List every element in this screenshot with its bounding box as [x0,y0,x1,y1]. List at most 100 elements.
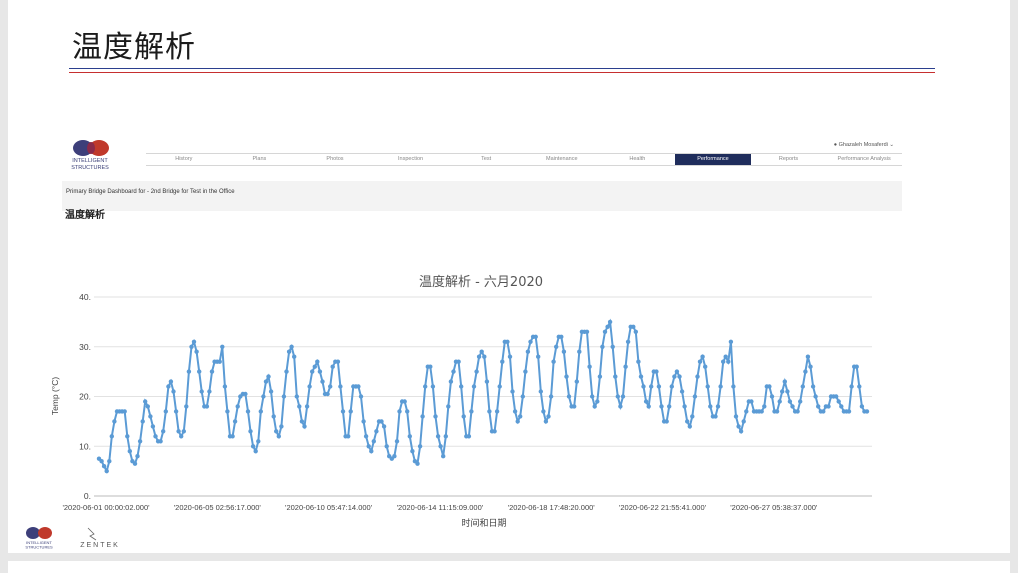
data-point [461,414,466,419]
data-point [654,369,659,374]
data-point [217,359,222,364]
data-point [482,354,487,359]
nav-item-plans[interactable]: Plans [222,154,298,165]
chart-title: 温度解析 - 六月2020 [419,274,543,290]
data-point [374,429,379,434]
nav-item-history[interactable]: History [146,154,222,165]
data-point [487,409,492,414]
data-point [849,384,854,389]
data-point [528,339,533,344]
data-point [836,399,841,404]
data-point [738,429,744,434]
data-point [667,404,672,409]
footer-zentek-logo: ZENTEK [80,527,118,549]
x-tick-label: '2020-06-01 00:00:02.000' [62,503,150,512]
data-point [181,429,186,434]
data-point [112,419,117,424]
data-point [384,444,389,449]
data-point [518,414,523,419]
data-point [330,364,335,369]
data-point [592,404,597,409]
data-point [140,419,145,424]
nav-item-reports[interactable]: Reports [751,154,827,165]
data-point [695,374,700,379]
data-point [533,334,538,339]
data-point [402,399,407,404]
data-point [476,354,482,359]
data-point [204,404,210,409]
data-point [243,391,248,397]
x-tick-label: '2020-06-05 02:56:17.000' [174,503,262,512]
data-point [631,324,636,329]
data-point [767,384,772,389]
data-point [143,399,148,404]
data-point [137,439,143,444]
data-point [541,409,546,414]
data-point [466,434,472,439]
data-point [795,409,800,414]
data-point [595,399,600,404]
data-point [430,384,436,389]
data-point [584,329,590,334]
data-point [821,409,826,414]
data-point [602,329,608,334]
data-point [674,369,680,374]
nav-item-maintenance[interactable]: Maintenance [524,154,600,165]
data-point [512,409,518,414]
data-point [340,409,346,414]
data-point [135,454,140,459]
nav-item-performance[interactable]: Performance [675,154,751,165]
data-point [428,364,433,369]
data-point [741,419,746,424]
data-point [274,429,279,434]
title-rule-blue [69,68,935,70]
y-tick-label: 40. [79,292,91,302]
data-point [785,389,790,394]
nav-item-test[interactable]: Test [448,154,524,165]
data-point [810,384,816,389]
data-point [718,384,723,389]
data-point [564,374,569,379]
data-point [415,461,420,466]
data-point [618,404,623,409]
nav-item-inspection[interactable]: Inspection [373,154,449,165]
nav-item-performance-analysis[interactable]: Performance Analysis [826,154,902,165]
data-point [782,379,787,384]
user-menu[interactable]: ● Ghazaleh Mosaferdi ⌄ [834,142,894,148]
data-point [317,369,323,374]
data-point [294,394,299,399]
breadcrumb: Primary Bridge Dashboard for - 2nd Bridg… [66,189,235,195]
data-point [615,394,620,399]
data-point [649,384,654,389]
data-point [405,409,410,414]
data-point [839,404,844,409]
data-point [525,349,531,354]
data-point [325,391,330,397]
data-point [664,419,669,424]
data-point [335,359,341,364]
dashboard-screenshot: INTELLIGENT STRUCTURES ● Ghazaleh Mosafe… [58,136,904,212]
data-point [232,419,238,424]
data-point [515,419,520,424]
data-point [638,374,644,379]
data-point [520,394,525,399]
data-point [846,409,852,414]
data-point [656,384,662,389]
data-point [184,404,189,409]
x-tick-label: '2020-06-27 05:38:37.000' [730,503,818,512]
data-point [446,404,451,409]
data-point [798,399,803,404]
data-point [623,364,628,369]
data-point [423,384,428,389]
next-slide-edge [8,561,1010,573]
data-point [597,374,603,379]
data-point [713,414,718,419]
nav-item-photos[interactable]: Photos [297,154,373,165]
data-point [356,384,361,389]
data-point [646,404,651,409]
nav-item-health[interactable]: Health [600,154,676,165]
data-point [186,369,192,374]
data-point [700,354,705,359]
data-point [507,354,513,359]
y-tick-label: 20. [79,392,91,402]
